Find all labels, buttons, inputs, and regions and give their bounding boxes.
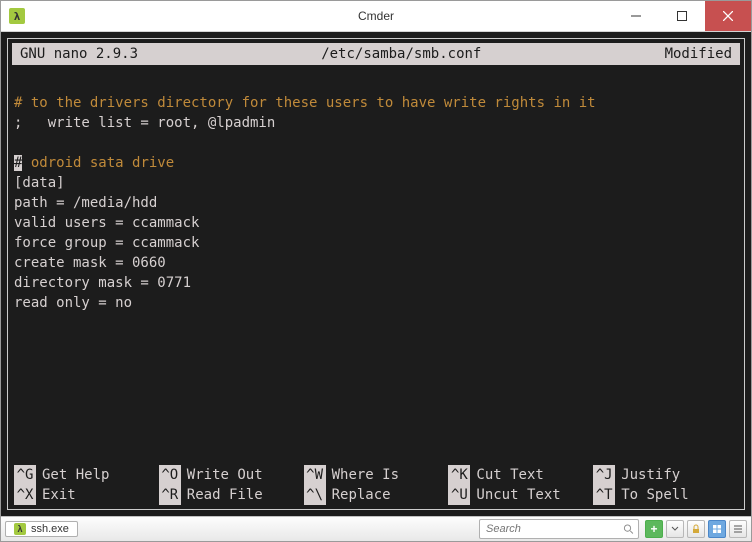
shortcut-label: Where Is [332,465,399,485]
layout-button[interactable] [708,520,726,538]
nano-shortcuts: ^G Get Help ^O Write Out ^W Where Is ^K Cut … [8,463,744,509]
shortcut-label: Exit [42,485,76,505]
key-badge: ^T [593,485,615,505]
shortcut-label: Read File [187,485,263,505]
lock-icon [691,524,701,534]
config-line: path = /media/hdd [14,195,157,211]
hamburger-icon [733,524,743,534]
key-badge: ^K [448,465,470,485]
editor-content[interactable]: # to the drivers directory for these use… [8,69,744,463]
nano-version: GNU nano 2.9.3 [20,44,138,64]
app-icon: λ [9,8,25,24]
shortcut-justify[interactable]: ^J Justify [593,465,738,485]
dropdown-button[interactable] [666,520,684,538]
search-box[interactable] [479,519,639,539]
shortcut-uncut[interactable]: ^U Uncut Text [448,485,593,505]
status-icons: + [645,520,747,538]
shortcut-row: ^G Get Help ^O Write Out ^W Where Is ^K Cut … [14,465,738,485]
shortcut-label: To Spell [621,485,688,505]
shortcut-label: Cut Text [476,465,543,485]
config-line: directory mask = 0771 [14,275,191,291]
shortcut-label: Uncut Text [476,485,560,505]
config-line: read only = no [14,295,132,311]
nano-modified-flag: Modified [665,44,732,64]
shortcut-whereis[interactable]: ^W Where Is [304,465,449,485]
terminal[interactable]: GNU nano 2.9.3 /etc/samba/smb.conf Modif… [7,38,745,510]
key-badge: ^W [304,465,326,485]
shortcut-readfile[interactable]: ^R Read File [159,485,304,505]
search-input[interactable] [484,522,623,536]
shortcut-help[interactable]: ^G Get Help [14,465,159,485]
key-badge: ^R [159,485,181,505]
shortcut-writeout[interactable]: ^O Write Out [159,465,304,485]
terminal-container: GNU nano 2.9.3 /etc/samba/smb.conf Modif… [1,32,751,516]
shortcut-label: Write Out [187,465,263,485]
key-badge: ^X [14,485,36,505]
shortcut-spell[interactable]: ^T To Spell [593,485,738,505]
chevron-down-icon [671,525,679,533]
app-window: λ Cmder GNU nano 2.9.3 /etc/samba/smb.co… [0,0,752,542]
shortcut-replace[interactable]: ^\ Replace [304,485,449,505]
shortcut-label: Replace [332,485,391,505]
key-badge: ^J [593,465,615,485]
nano-filename: /etc/samba/smb.conf [138,44,665,64]
section-header: [data] [14,175,65,191]
lock-button[interactable] [687,520,705,538]
close-button[interactable] [705,1,751,31]
window-controls [613,1,751,31]
key-badge: ^U [448,485,470,505]
config-line: force group = ccammack [14,235,199,251]
lambda-icon: λ [14,523,26,535]
titlebar[interactable]: λ Cmder [1,1,751,32]
key-badge: ^\ [304,485,326,505]
shortcut-label: Get Help [42,465,109,485]
config-line: valid users = ccammack [14,215,199,231]
nano-header: GNU nano 2.9.3 /etc/samba/smb.conf Modif… [12,43,740,65]
config-line: create mask = 0660 [14,255,166,271]
statusbar: λ ssh.exe + [1,516,751,541]
search-icon [623,523,634,535]
minimize-icon [631,11,641,21]
shortcut-exit[interactable]: ^X Exit [14,485,159,505]
shortcut-label: Justify [621,465,680,485]
close-icon [723,11,733,21]
comment-line: # to the drivers directory for these use… [14,95,596,111]
minimize-button[interactable] [613,1,659,31]
comment-line: # odroid sata drive [14,155,174,171]
tab-label: ssh.exe [31,523,69,535]
shortcut-row: ^X Exit ^R Read File ^\ Replace ^U Uncut Tex… [14,485,738,505]
shortcut-cut[interactable]: ^K Cut Text [448,465,593,485]
menu-button[interactable] [729,520,747,538]
key-badge: ^O [159,465,181,485]
maximize-button[interactable] [659,1,705,31]
key-badge: ^G [14,465,36,485]
grid-icon [712,524,722,534]
config-line: ; write list = root, @lpadmin [14,115,275,131]
maximize-icon [677,11,687,21]
console-tab[interactable]: λ ssh.exe [5,521,78,537]
new-console-button[interactable]: + [645,520,663,538]
